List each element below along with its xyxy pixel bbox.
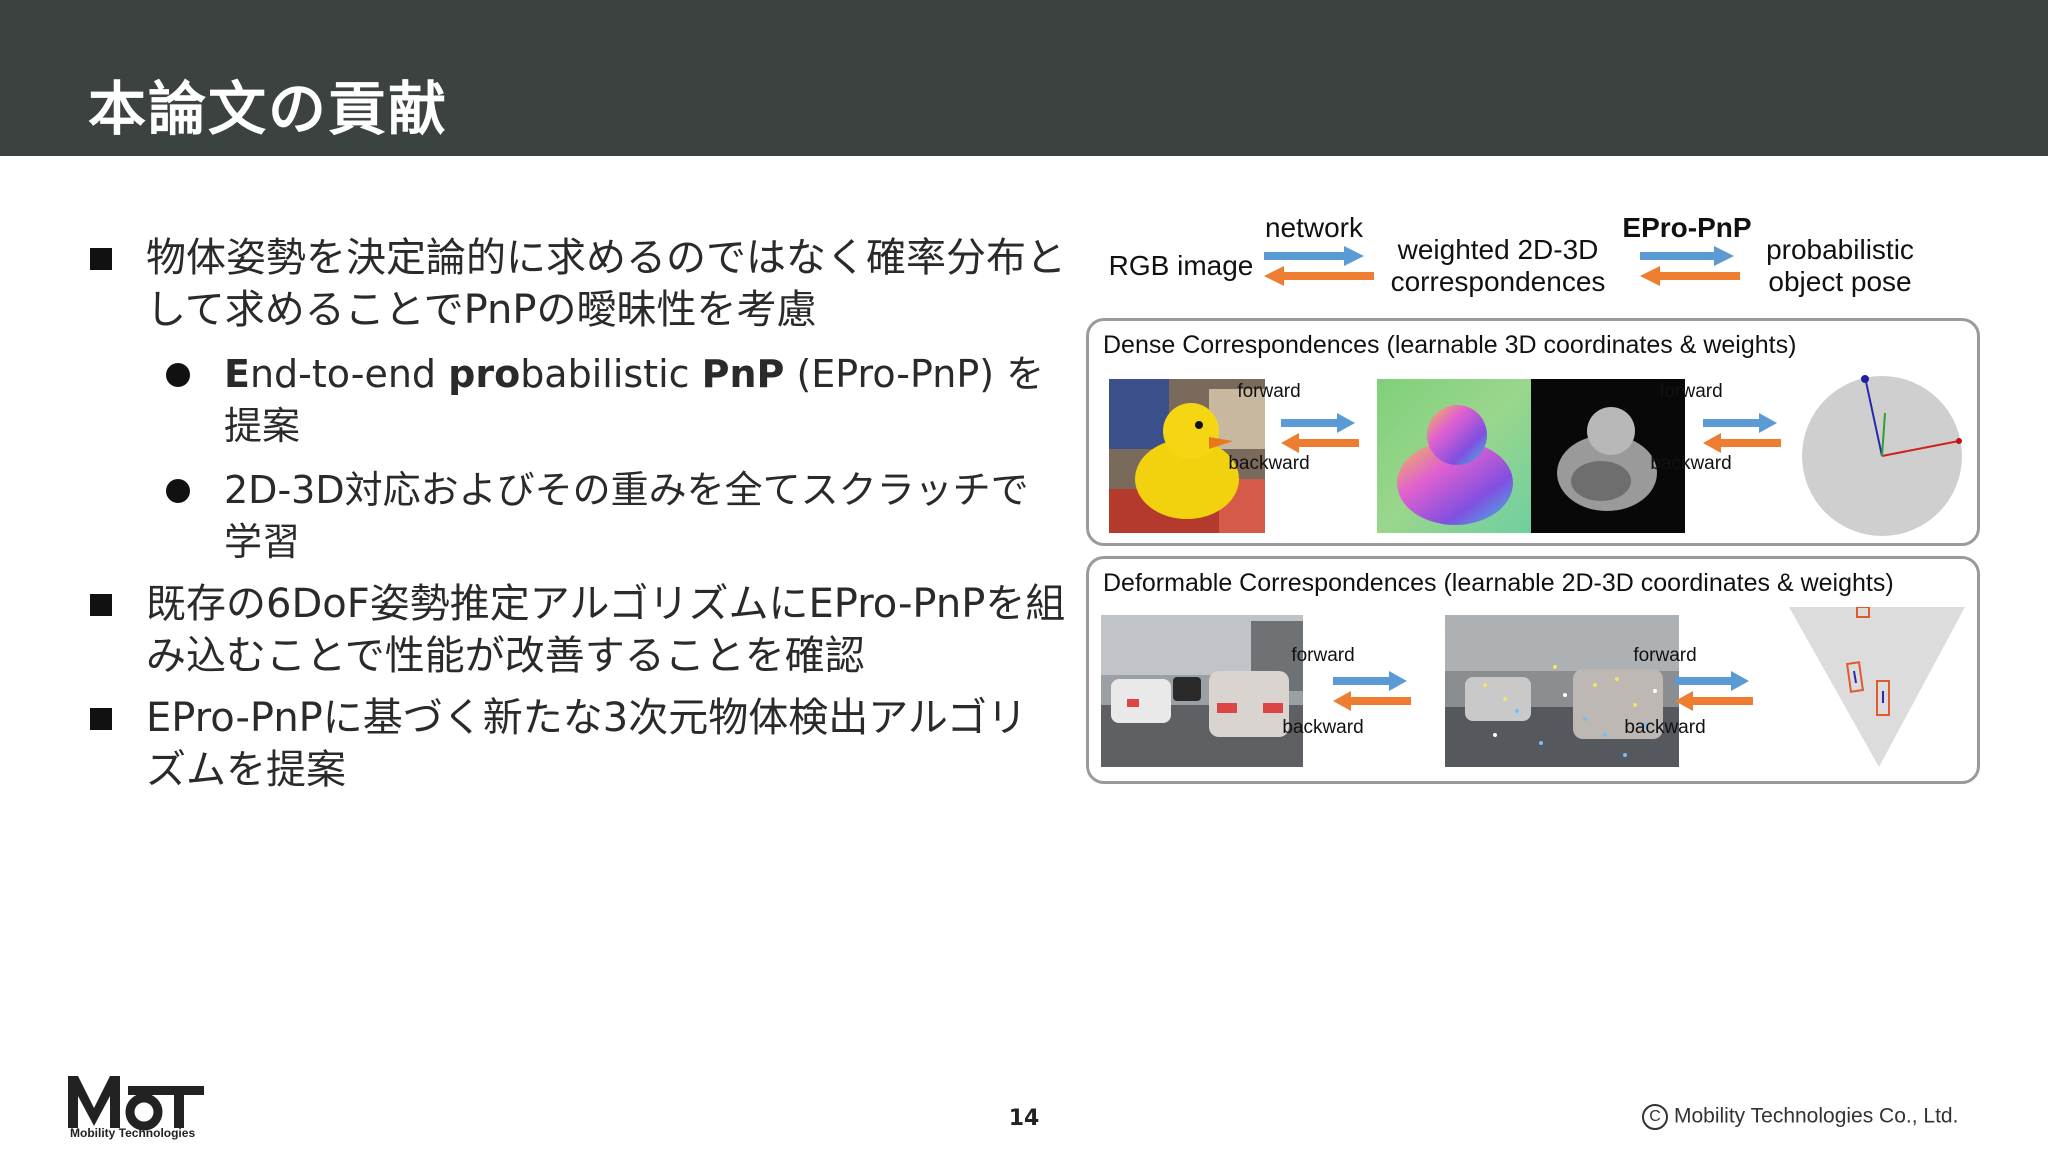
bullet-list: 物体姿勢を決定論的に求めるのではなく確率分布として求めることでPnPの曖昧性を考… <box>86 232 1066 806</box>
street-photo <box>1101 615 1303 767</box>
logo-text: Mobility Technologies <box>70 1126 196 1140</box>
forward-backward-arrows-icon <box>1675 671 1753 711</box>
backward-label: backward <box>1624 717 1706 738</box>
weighted-label: weighted 2D-3D <box>1397 234 1599 265</box>
sub-bullet-text-bold: E <box>224 352 250 396</box>
sub-bullet-text: nd-to-end <box>249 352 449 396</box>
sub-bullet-item: 2D-3D対応およびその重みを全てスクラッチで学習 <box>86 464 1066 568</box>
bullet-item: 既存の6DoF姿勢推定アルゴリズムにEPro-PnPを組み込むことで性能が改善す… <box>86 578 1066 682</box>
backward-label: backward <box>1282 717 1364 738</box>
round-bullet-icon <box>166 363 190 387</box>
sub-bullet-item: End-to-end probabilistic PnP (EPro-PnP) … <box>86 348 1066 452</box>
round-bullet-icon <box>166 479 190 503</box>
forward-backward-arrows-icon <box>1281 413 1359 453</box>
object-pose-label: object pose <box>1768 266 1912 297</box>
forward-label: forward <box>1633 645 1697 666</box>
forward-backward-arrows-icon <box>1703 413 1781 453</box>
square-bullet-icon <box>90 708 112 730</box>
rgb-image-label: RGB image <box>1108 250 1254 281</box>
dense-panel-title: Dense Correspondences (learnable 3D coor… <box>1103 331 1797 359</box>
sub-bullet-text-bold: PnP <box>701 352 785 396</box>
deformable-correspondences-panel: Deformable Correspondences (learnable 2D… <box>1086 556 1980 784</box>
epro-pnp-label: EPro-PnP <box>1622 212 1752 243</box>
square-bullet-icon <box>90 248 112 270</box>
bullet-item: EPro-PnPに基づく新たな3次元物体検出アルゴリズムを提案 <box>86 692 1066 796</box>
pose-distribution-sphere <box>1802 375 1962 536</box>
backward-label: backward <box>1228 453 1310 474</box>
bullet-text: 既存の6DoF姿勢推定アルゴリズムにEPro-PnPを組み込むことで性能が改善す… <box>146 581 1066 679</box>
bullet-item: 物体姿勢を決定論的に求めるのではなく確率分布として求めることでPnPの曖昧性を考… <box>86 232 1066 336</box>
forward-backward-arrows-icon <box>1333 671 1411 711</box>
correspondences-label: correspondences <box>1390 266 1606 297</box>
dense-correspondences-panel: Dense Correspondences (learnable 3D coor… <box>1086 318 1980 546</box>
probabilistic-label: probabilistic <box>1766 234 1914 265</box>
backward-label: backward <box>1650 453 1732 474</box>
bullet-text: EPro-PnPに基づく新たな3次元物体検出アルゴリズムを提案 <box>146 695 1028 793</box>
bullet-text: 物体姿勢を決定論的に求めるのではなく確率分布として求めることでPnPの曖昧性を考… <box>146 235 1066 333</box>
bev-detection-view <box>1789 607 1965 767</box>
page-number: 14 <box>1008 1106 1040 1131</box>
copyright-text: Mobility Technologies Co., Ltd. <box>1674 1104 1959 1128</box>
forward-label: forward <box>1237 381 1301 402</box>
network-label: network <box>1264 212 1364 243</box>
square-bullet-icon <box>90 594 112 616</box>
sub-bullet-text: babilistic <box>520 352 702 396</box>
copyright-icon: C <box>1642 1104 1668 1130</box>
forward-label: forward <box>1659 381 1723 402</box>
sampled-points-image <box>1445 615 1679 767</box>
copyright: C Mobility Technologies Co., Ltd. <box>1642 1104 1958 1130</box>
forward-label: forward <box>1291 645 1355 666</box>
forward-backward-arrows-icon <box>1264 246 1374 286</box>
forward-backward-arrows-icon <box>1640 246 1740 286</box>
sub-bullet-text-bold: pro <box>448 352 521 396</box>
deformable-panel-title: Deformable Correspondences (learnable 2D… <box>1103 569 1894 597</box>
slide-title: 本論文の貢献 <box>88 75 449 143</box>
sub-bullet-text: 2D-3D対応およびその重みを全てスクラッチで学習 <box>224 468 1029 564</box>
coordinate-map-image <box>1377 379 1531 533</box>
